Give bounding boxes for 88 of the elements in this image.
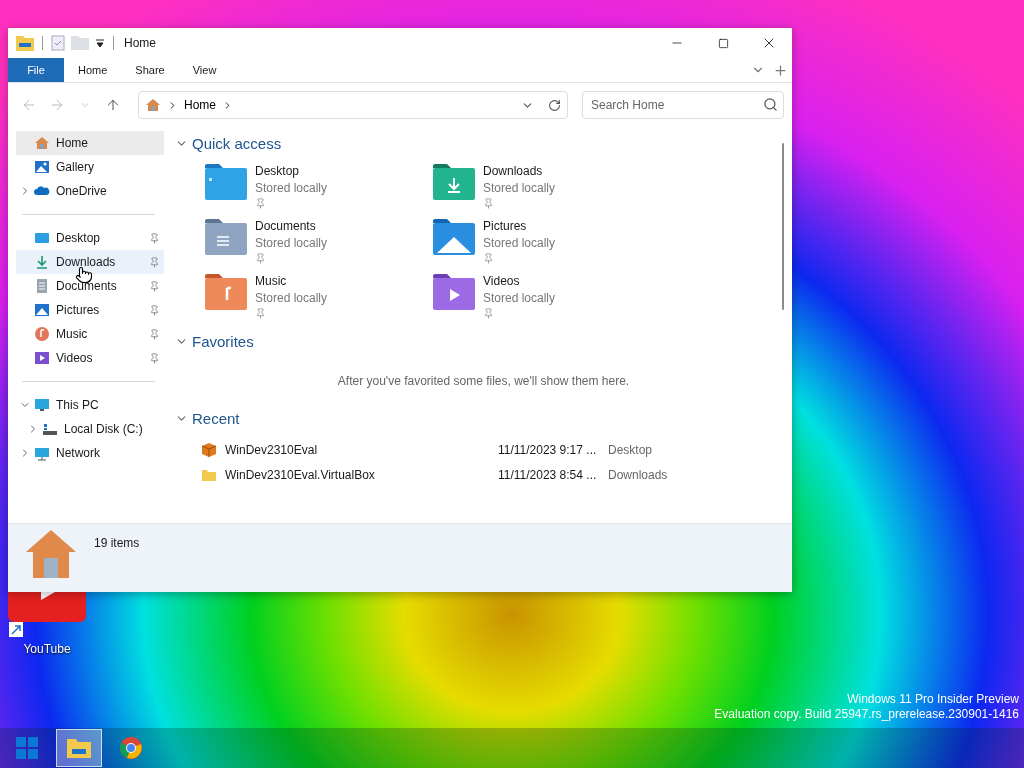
network-icon (34, 445, 50, 461)
folder-name[interactable]: Documents (255, 219, 328, 233)
folder-icon (205, 274, 247, 310)
maximize-icon (717, 37, 729, 49)
breadcrumb[interactable]: Home (184, 98, 216, 112)
sidebar-label: Documents (56, 279, 117, 293)
folder-icon (205, 164, 247, 200)
folder-icon (16, 35, 34, 51)
file-name[interactable]: WinDev2310Eval.VirtualBox (225, 467, 498, 482)
monitor-icon (34, 397, 50, 413)
folder-icon (205, 219, 247, 255)
picture-icon (34, 159, 50, 175)
sidebar-label: This PC (56, 398, 99, 412)
sidebar-label: Desktop (56, 231, 101, 245)
box-icon (201, 441, 217, 458)
house-icon (24, 528, 78, 578)
ribbon-tab[interactable]: View (178, 58, 231, 82)
ribbon-tab[interactable]: File (8, 58, 64, 82)
file-location: Downloads (608, 467, 668, 482)
sidebar-item[interactable]: OneDrive (16, 179, 164, 203)
window-title: Home (124, 36, 156, 50)
folder-status: Stored locally (483, 236, 556, 250)
video-icon (34, 350, 50, 366)
folder-name[interactable]: Desktop (255, 164, 328, 178)
checklist-icon[interactable] (51, 35, 65, 51)
folder-icon (433, 219, 475, 255)
document-icon (34, 278, 50, 294)
sidebar-label: Home (56, 136, 88, 150)
sidebar-label: Gallery (56, 160, 94, 174)
sidebar-label: OneDrive (56, 184, 107, 198)
search-field[interactable]: Search Home (582, 91, 784, 119)
scrollbar-thumb[interactable] (782, 143, 784, 310)
sidebar-item[interactable]: Downloads (16, 250, 164, 274)
search-icon[interactable] (763, 97, 778, 112)
folder-status: Stored locally (255, 181, 328, 195)
sidebar-item[interactable]: Music (16, 322, 164, 346)
sidebar-item[interactable]: Gallery (16, 155, 164, 179)
music-icon (34, 326, 50, 342)
sidebar-item[interactable]: Documents (16, 274, 164, 298)
desktop-icon (34, 230, 50, 246)
desktop-icon-label[interactable]: YouTube (23, 642, 71, 656)
sidebar-item[interactable]: Desktop (16, 226, 164, 250)
play-tile-icon[interactable] (8, 592, 86, 638)
folder-status: Stored locally (483, 181, 556, 195)
folder-icon (433, 274, 475, 310)
drive-icon (42, 421, 58, 437)
sidebar-label: Videos (56, 351, 93, 365)
sidebar-label: Downloads (56, 255, 116, 269)
picture-icon (34, 302, 50, 318)
sidebar-label: Pictures (56, 303, 100, 317)
folder-name[interactable]: Pictures (483, 219, 556, 233)
folder-icon[interactable] (56, 729, 102, 767)
sidebar-label: Network (56, 446, 100, 460)
ribbon-tab[interactable]: Share (121, 58, 179, 82)
sidebar-item[interactable]: Local Disk (C:) (16, 417, 164, 441)
sidebar-label: Local Disk (C:) (64, 422, 143, 436)
file-location: Desktop (608, 442, 653, 457)
empty-message: After you've favorited some files, we'll show them here. (336, 373, 631, 390)
folder-name[interactable]: Downloads (483, 164, 556, 178)
folder-name[interactable]: Music (255, 274, 328, 288)
house-icon (34, 135, 50, 151)
section-header[interactable]: Recent (175, 410, 240, 427)
folder-status: Stored locally (255, 236, 328, 250)
section-header[interactable]: Quick access (175, 135, 282, 152)
folder-name[interactable]: Videos (483, 274, 556, 288)
download-icon (34, 254, 50, 270)
ribbon-tab[interactable]: Home (64, 58, 122, 82)
section-header[interactable]: Favorites (175, 333, 254, 350)
folder-status: Stored locally (483, 291, 556, 305)
sidebar-item[interactable]: This PC (16, 393, 164, 417)
file-date: 11/11/2023 8:54 ... (498, 467, 598, 482)
address-bar[interactable]: Home (138, 91, 568, 119)
house-icon (145, 97, 161, 113)
sidebar-item[interactable]: Network (16, 441, 164, 465)
edition-text: Evaluation copy. Build 25947.rs_prerelease.230901-1416 (714, 707, 1019, 722)
sidebar-label: Music (56, 327, 88, 341)
file-name[interactable]: WinDev2310Eval (225, 442, 498, 457)
caret-icon[interactable] (95, 38, 105, 48)
edition-text: Windows 11 Pro Insider Preview (846, 692, 1019, 707)
refresh-icon[interactable] (548, 98, 561, 112)
add-icon[interactable] (773, 62, 788, 78)
folder-status: Stored locally (255, 291, 328, 305)
sidebar-item[interactable]: Pictures (16, 298, 164, 322)
folder-icon (433, 164, 475, 200)
item-count: 19 items (94, 536, 140, 550)
file-date: 11/11/2023 9:17 ... (498, 442, 598, 457)
sidebar-item[interactable]: Videos (16, 346, 164, 370)
sidebar-item[interactable]: Home (16, 131, 164, 155)
